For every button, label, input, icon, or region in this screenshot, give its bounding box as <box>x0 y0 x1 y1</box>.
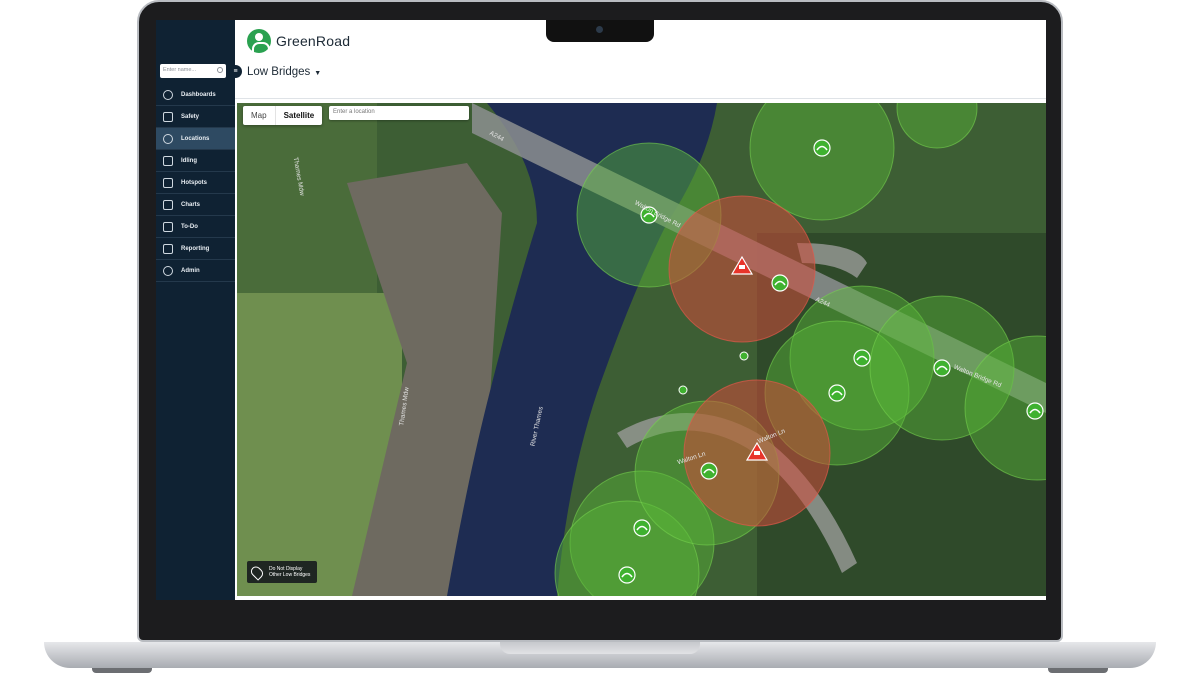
sidebar-item-label: Idling <box>181 157 197 164</box>
sidebar-item-reporting[interactable]: Reporting <box>156 238 235 260</box>
laptop-foot-left <box>92 668 152 673</box>
sidebar-item-label: Charts <box>181 201 201 208</box>
map-pin-icon[interactable] <box>678 385 688 395</box>
map-canvas <box>237 103 1046 596</box>
report-icon <box>163 243 173 254</box>
sidebar-item-label: Dashboards <box>181 91 216 98</box>
location-pin-icon <box>163 133 173 144</box>
hotspot-flag-icon <box>163 177 173 188</box>
camera-notch <box>546 20 654 42</box>
map-type-satellite-button[interactable]: Satellite <box>274 106 323 125</box>
menu-toggle-button[interactable]: ≡ <box>229 65 242 78</box>
search-icon[interactable] <box>217 67 223 73</box>
laptop-foot-right <box>1048 668 1108 673</box>
sidebar-item-label: Hotspots <box>181 179 207 186</box>
checklist-icon <box>163 221 173 232</box>
chart-icon <box>163 199 173 210</box>
sidebar-item-todo[interactable]: To-Do <box>156 216 235 238</box>
sidebar-item-admin[interactable]: Admin <box>156 260 235 282</box>
chevron-down-icon: ▼ <box>314 70 322 77</box>
sidebar-nav: Dashboards Safety Locations Idling Hotsp… <box>156 84 235 282</box>
sidebar-item-label: Locations <box>181 135 210 142</box>
map-type-map-button[interactable]: Map <box>243 106 275 125</box>
safe-marker[interactable] <box>618 566 636 584</box>
camera-icon <box>596 26 603 33</box>
laptop-base <box>44 642 1156 668</box>
location-pin-icon <box>248 563 266 581</box>
safe-marker[interactable] <box>813 139 831 157</box>
sidebar-item-charts[interactable]: Charts <box>156 194 235 216</box>
sidebar: Enter name... Dashboards Safety Location… <box>156 20 235 600</box>
safe-marker[interactable] <box>1026 402 1044 420</box>
location-search-input[interactable]: Enter a location <box>329 106 469 120</box>
sidebar-item-dashboards[interactable]: Dashboards <box>156 84 235 106</box>
safe-marker[interactable] <box>828 384 846 402</box>
safe-marker[interactable] <box>933 359 951 377</box>
hide-other-bridges-label: Do Not Display Other Low Bridges <box>269 566 311 578</box>
safe-marker[interactable] <box>771 274 789 292</box>
hide-other-bridges-button[interactable]: Do Not Display Other Low Bridges <box>247 561 317 583</box>
safe-marker[interactable] <box>853 349 871 367</box>
sidebar-search-input[interactable]: Enter name... <box>160 64 226 78</box>
header-divider <box>235 98 1046 99</box>
safe-marker[interactable] <box>633 519 651 537</box>
map-pin-icon[interactable] <box>739 351 749 361</box>
sidebar-item-label: Safety <box>181 113 200 120</box>
laptop-groove <box>500 642 700 654</box>
map-type-toggle: Map Satellite <box>243 106 323 125</box>
sidebar-item-label: Admin <box>181 267 200 274</box>
greenroad-logo-icon <box>247 29 271 53</box>
page-title-dropdown[interactable]: Low Bridges ▼ <box>247 66 321 78</box>
app-screen: Enter name... Dashboards Safety Location… <box>156 20 1046 600</box>
gauge-icon <box>163 89 173 100</box>
page-title: Low Bridges <box>247 66 311 78</box>
sidebar-item-label: To-Do <box>181 223 198 230</box>
brand-name: GreenRoad <box>276 33 351 49</box>
sidebar-item-label: Reporting <box>181 245 210 252</box>
idling-icon <box>163 155 173 166</box>
satellite-map[interactable]: Map Satellite Enter a location A244 A244… <box>237 103 1046 596</box>
gear-icon <box>163 265 173 276</box>
sidebar-item-hotspots[interactable]: Hotspots <box>156 172 235 194</box>
sidebar-item-safety[interactable]: Safety <box>156 106 235 128</box>
location-search-placeholder: Enter a location <box>333 109 375 115</box>
safe-marker[interactable] <box>700 462 718 480</box>
sidebar-item-locations[interactable]: Locations <box>156 128 235 150</box>
sidebar-search-placeholder: Enter name... <box>163 67 197 73</box>
shield-icon <box>163 111 173 122</box>
sidebar-item-idling[interactable]: Idling <box>156 150 235 172</box>
